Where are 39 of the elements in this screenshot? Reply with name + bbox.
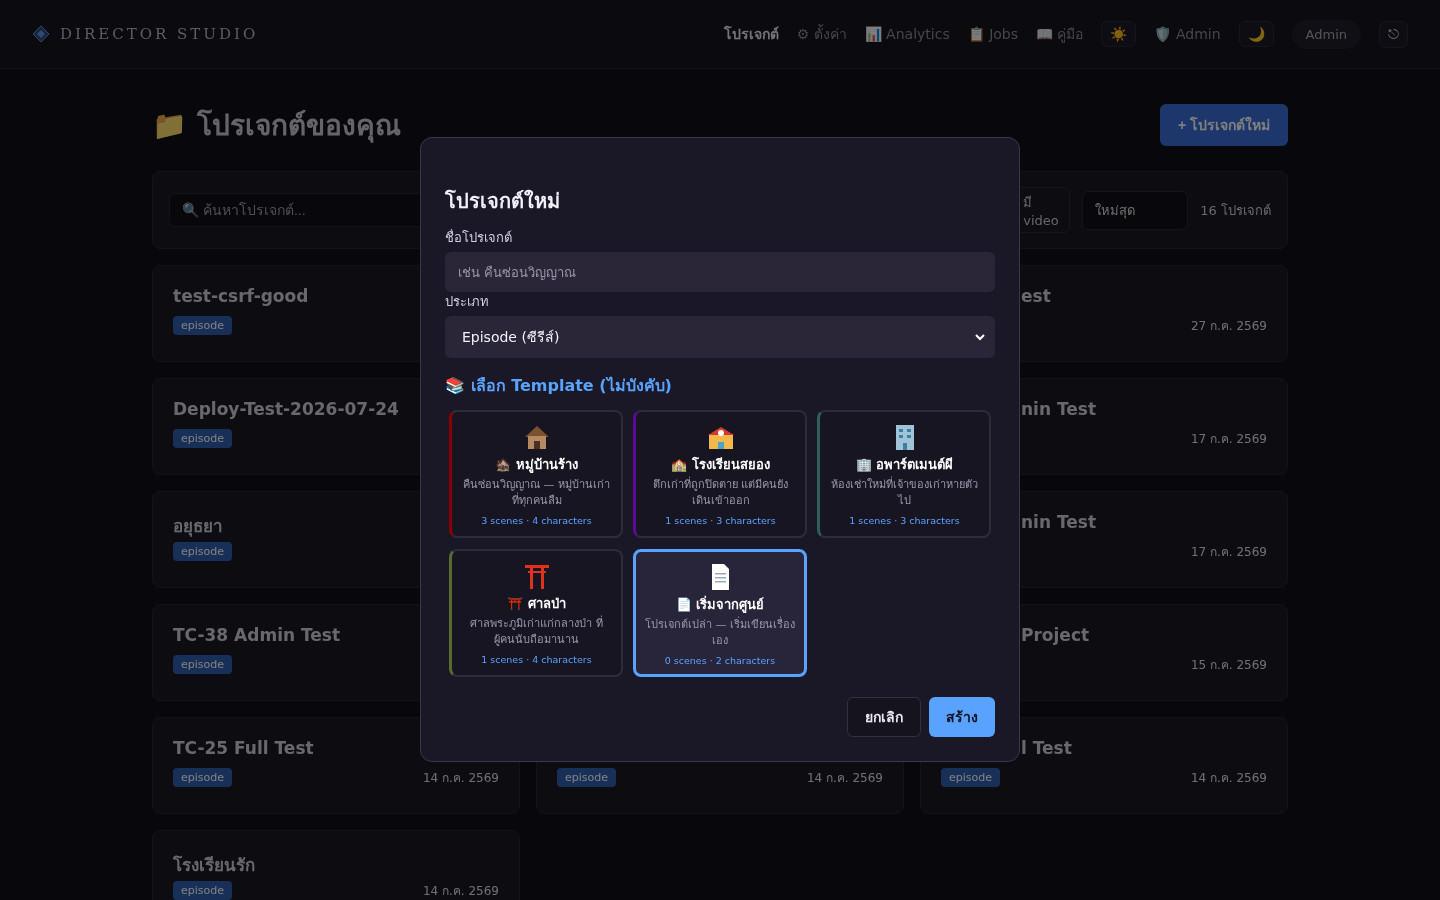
project-title: อยุธยา bbox=[173, 515, 223, 536]
project-title: Project bbox=[1021, 625, 1090, 647]
project-title: nin Test bbox=[1021, 399, 1097, 421]
project-title: TC-25 Full Test bbox=[173, 738, 314, 760]
type-tag: episode bbox=[173, 654, 233, 674]
template-stats: 1 scenes · 3 characters bbox=[665, 515, 776, 526]
app-logo-text: DIRECTOR STUDIO bbox=[60, 25, 259, 43]
template-title: 🏫 โรงเรียนสยอง bbox=[671, 456, 770, 474]
project-title: TC-38 Admin Test bbox=[173, 625, 341, 647]
project-date: 14 ก.ค. 2569 bbox=[422, 769, 499, 787]
type-tag: episode bbox=[173, 767, 233, 787]
type-tag: episode bbox=[557, 767, 617, 787]
project-title: est bbox=[1021, 286, 1051, 308]
project-title: l Test bbox=[1021, 738, 1072, 760]
field-label: ประเภท bbox=[445, 293, 490, 311]
project-date: 17 ก.ค. 2569 bbox=[1190, 543, 1267, 561]
type-tag: episode bbox=[173, 315, 233, 335]
field-label: ชื่อโปรเจกต์ bbox=[445, 228, 513, 247]
template-description: ตึกเก่าที่ถูกปิดตาย แต่มีคนยังเดินเข้าออก bbox=[651, 477, 790, 509]
project-count: 16 โปรเจกต์ bbox=[1200, 201, 1271, 220]
template-description: โปรเจกต์เปล่า — เริ่มเขียนเรื่องเอง bbox=[644, 617, 796, 649]
project-title: โรงเรียนรัก bbox=[173, 854, 255, 875]
type-tag: episode bbox=[173, 428, 233, 448]
dialog-title: โปรเจกต์ใหม่ bbox=[445, 188, 561, 214]
template-stats: 0 scenes · 2 characters bbox=[664, 655, 776, 666]
project-date: 14 ก.ค. 2569 bbox=[422, 882, 499, 900]
project-date: 15 ก.ค. 2569 bbox=[1190, 656, 1267, 674]
project-title: Deploy-Test-2026-07-24 bbox=[173, 399, 399, 421]
project-title: test-csrf-good bbox=[173, 286, 309, 308]
project-date: 14 ก.ค. 2569 bbox=[806, 769, 883, 787]
page-title: 📁 โปรเจกต์ของคุณ bbox=[152, 108, 401, 145]
type-tag: episode bbox=[941, 767, 1001, 787]
project-date: 14 ก.ค. 2569 bbox=[1190, 769, 1267, 787]
project-date: 27 ก.ค. 2569 bbox=[1190, 317, 1267, 335]
project-title: nin Test bbox=[1021, 512, 1097, 534]
template-title: 📄 เริ่มจากศูนย์ bbox=[675, 594, 765, 615]
type-tag: episode bbox=[173, 880, 233, 900]
type-tag: episode bbox=[173, 541, 233, 561]
project-date: 17 ก.ค. 2569 bbox=[1190, 430, 1267, 448]
